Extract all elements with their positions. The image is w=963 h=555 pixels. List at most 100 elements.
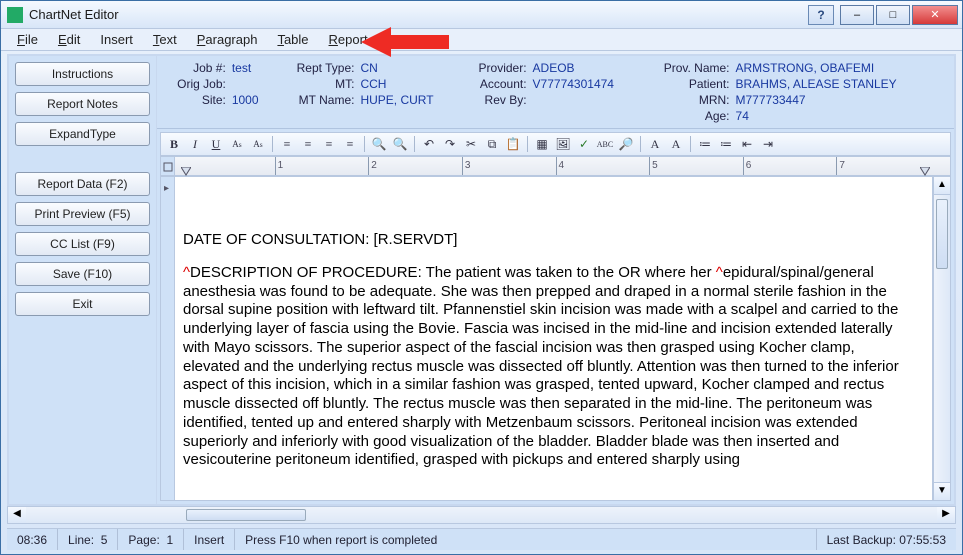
scroll-left-button[interactable]: ◀ (8, 507, 26, 523)
prov-name-label: Prov. Name: (648, 60, 733, 76)
highlight-button[interactable]: A (667, 135, 685, 153)
menu-text[interactable]: Text (143, 30, 187, 49)
mt-label: MT: (283, 76, 359, 92)
mrn-value: M777733447 (734, 92, 946, 108)
paste-button[interactable]: 📋 (504, 135, 522, 153)
patient-label: Patient: (648, 76, 733, 92)
menu-paragraph[interactable]: Paragraph (187, 30, 268, 49)
status-bar: 08:36 Line: 5 Page: 1 Insert Press F10 w… (7, 528, 956, 550)
report-notes-button[interactable]: Report Notes (15, 92, 150, 116)
document-gutter: ▸ (160, 176, 174, 501)
menu-insert[interactable]: Insert (90, 30, 143, 49)
mrn-label: MRN: (648, 92, 733, 108)
scroll-up-button[interactable]: ▲ (934, 177, 950, 195)
ruler-tick-label: 5 (652, 160, 658, 171)
status-mode: Insert (184, 529, 235, 550)
align-justify-button[interactable]: ≡ (341, 135, 359, 153)
formatting-toolbar: B I U As As ≡ ≡ ≡ ≡ 🔍 🔍 ↶ ↷ ✂ ⧉ 📋 (160, 132, 951, 156)
spellcheck-abc-button[interactable]: ABC (596, 135, 614, 153)
scroll-right-button[interactable]: ▶ (937, 507, 955, 523)
window-title: ChartNet Editor (29, 7, 808, 22)
find-button[interactable]: 🔎 (617, 135, 635, 153)
menu-report[interactable]: Report (319, 30, 378, 49)
status-page: Page: 1 (118, 529, 184, 550)
menu-user[interactable]: User (378, 30, 425, 49)
indent-button[interactable]: ⇥ (759, 135, 777, 153)
orig-job-label: Orig Job: (165, 76, 230, 92)
provider-value: ADEOB (531, 60, 649, 76)
ruler-tick-label: 2 (371, 160, 377, 171)
mt-name-label: MT Name: (283, 92, 359, 108)
mt-name-value: HUPE, CURT (358, 92, 466, 108)
save-button[interactable]: Save (F10) (15, 262, 150, 286)
numbered-list-button[interactable]: ≔ (717, 135, 735, 153)
status-time: 08:36 (7, 529, 58, 550)
expand-type-button[interactable]: ExpandType (15, 122, 150, 146)
provider-label: Provider: (467, 60, 531, 76)
patient-value: BRAHMS, ALEASE STANLEY (734, 76, 946, 92)
doc-paragraph-procedure: ^DESCRIPTION OF PROCEDURE: The patient w… (183, 264, 904, 470)
site-value: 1000 (230, 92, 283, 108)
ruler[interactable]: 1 2 3 4 5 6 7 (160, 156, 951, 176)
scroll-down-button[interactable]: ▼ (934, 482, 950, 500)
help-button[interactable]: ? (808, 5, 834, 25)
horizontal-scrollbar[interactable]: ◀ ▶ (7, 506, 956, 524)
doc-heading-consultation: DATE OF CONSULTATION: [R.SERVDT] (183, 231, 904, 250)
align-center-button[interactable]: ≡ (299, 135, 317, 153)
align-right-button[interactable]: ≡ (320, 135, 338, 153)
redo-button[interactable]: ↷ (441, 135, 459, 153)
spellcheck-button[interactable]: ✓ (575, 135, 593, 153)
align-left-button[interactable]: ≡ (278, 135, 296, 153)
document-editor[interactable]: DATE OF CONSULTATION: [R.SERVDT] ^DESCRI… (174, 176, 933, 501)
insert-image-button[interactable]: 🖼 (554, 135, 572, 153)
underline-button[interactable]: U (207, 135, 225, 153)
ruler-tick-label: 1 (278, 160, 284, 171)
zoom-in-icon[interactable]: 🔍 (370, 135, 388, 153)
scroll-thumb[interactable] (936, 199, 948, 269)
rev-by-label: Rev By: (467, 92, 531, 108)
account-label: Account: (467, 76, 531, 92)
bullet-list-button[interactable]: ≔ (696, 135, 714, 153)
italic-button[interactable]: I (186, 135, 204, 153)
superscript-button[interactable]: As (228, 135, 246, 153)
cut-button[interactable]: ✂ (462, 135, 480, 153)
age-value: 74 (734, 108, 946, 124)
rept-type-label: Rept Type: (283, 60, 359, 76)
maximize-button[interactable] (876, 5, 910, 25)
print-preview-button[interactable]: Print Preview (F5) (15, 202, 150, 226)
close-button[interactable] (912, 5, 958, 25)
age-label: Age: (648, 108, 733, 124)
ruler-tick-label: 7 (839, 160, 845, 171)
orig-job-value (230, 76, 283, 92)
cc-list-button[interactable]: CC List (F9) (15, 232, 150, 256)
account-value: V77774301474 (531, 76, 649, 92)
menu-table[interactable]: Table (267, 30, 318, 49)
instructions-button[interactable]: Instructions (15, 62, 150, 86)
status-backup: Last Backup: 07:55:53 (817, 529, 956, 550)
undo-button[interactable]: ↶ (420, 135, 438, 153)
vertical-scrollbar[interactable]: ▲ ▼ (933, 176, 951, 501)
menu-file[interactable]: File (7, 30, 48, 49)
zoom-out-icon[interactable]: 🔍 (391, 135, 409, 153)
prov-name-value: ARMSTRONG, OBAFEMI (734, 60, 946, 76)
hscroll-thumb[interactable] (186, 509, 306, 521)
ruler-tick-label: 4 (559, 160, 565, 171)
info-panel: Job #: test Rept Type: CN Provider: ADEO… (157, 56, 954, 129)
job-no-value: test (230, 60, 283, 76)
caret-marker: ^ (716, 264, 723, 281)
ruler-tick-label: 6 (746, 160, 752, 171)
rev-by-value (531, 92, 649, 108)
ruler-tick-label: 3 (465, 160, 471, 171)
subscript-button[interactable]: As (249, 135, 267, 153)
copy-button[interactable]: ⧉ (483, 135, 501, 153)
minimize-button[interactable] (840, 5, 874, 25)
exit-button[interactable]: Exit (15, 292, 150, 316)
bold-button[interactable]: B (165, 135, 183, 153)
insert-table-button[interactable]: ▦ (533, 135, 551, 153)
report-data-button[interactable]: Report Data (F2) (15, 172, 150, 196)
text-color-button[interactable]: A (646, 135, 664, 153)
menu-edit[interactable]: Edit (48, 30, 90, 49)
outdent-button[interactable]: ⇤ (738, 135, 756, 153)
mt-value: CCH (358, 76, 466, 92)
job-no-label: Job #: (165, 60, 230, 76)
